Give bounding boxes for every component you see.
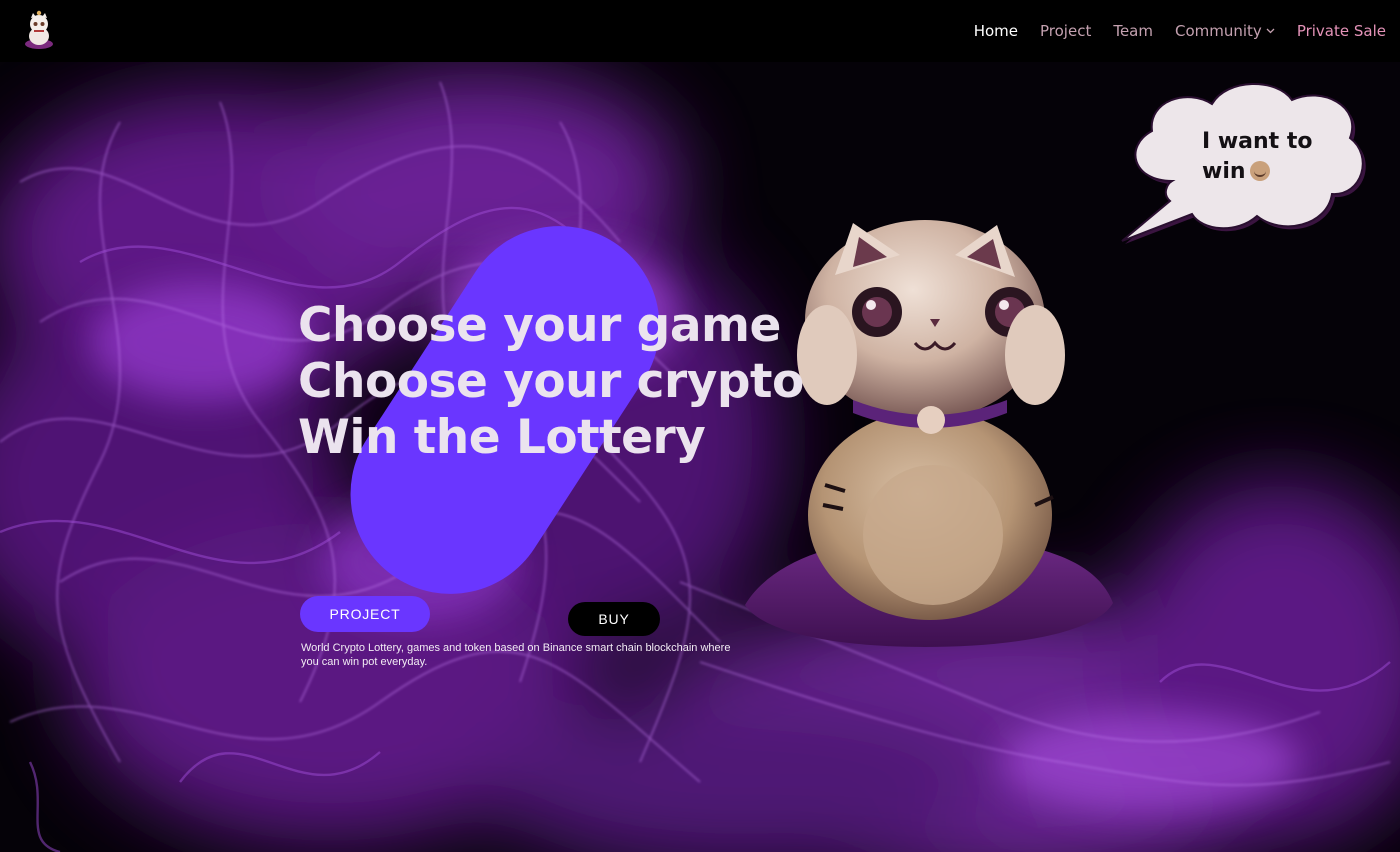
headline-line-2: Choose your crypto: [298, 354, 804, 409]
chevron-down-icon: [1266, 28, 1275, 34]
nav-item-label: Team: [1113, 22, 1153, 40]
nav-item-project[interactable]: Project: [1040, 22, 1091, 40]
hero-headline: Choose your game Choose your crypto Win …: [298, 298, 804, 466]
page: Home Project Team Community Private Sale…: [0, 0, 1400, 852]
nav-item-community[interactable]: Community: [1175, 22, 1275, 40]
buy-button[interactable]: BUY: [568, 602, 660, 636]
nav-item-label: Home: [973, 22, 1018, 40]
headline-line-3: Win the Lottery: [298, 410, 706, 465]
nav-item-team[interactable]: Team: [1113, 22, 1153, 40]
headline-line-1: Choose your game: [298, 298, 781, 353]
nav-item-label: Project: [1040, 22, 1092, 40]
nav-item-label: Community: [1174, 22, 1262, 40]
bubble-line-1: I want to: [1202, 129, 1313, 154]
site-header: Home Project Team Community Private Sale: [0, 0, 1400, 62]
nav-item-home[interactable]: Home: [974, 22, 1018, 40]
nav-item-label: Private Sale: [1296, 22, 1386, 40]
hero-description: World Crypto Lottery, games and token ba…: [301, 642, 731, 668]
speech-bubble-text: I want to win: [1202, 127, 1312, 187]
nav-item-private-sale[interactable]: Private Sale: [1297, 22, 1386, 40]
bubble-line-2: win: [1202, 159, 1246, 184]
lucky-cat-logo-icon[interactable]: [22, 10, 56, 50]
grinning-face-icon: [1249, 161, 1270, 181]
project-button[interactable]: PROJECT: [300, 596, 430, 632]
main-nav: Home Project Team Community Private Sale: [974, 0, 1386, 62]
